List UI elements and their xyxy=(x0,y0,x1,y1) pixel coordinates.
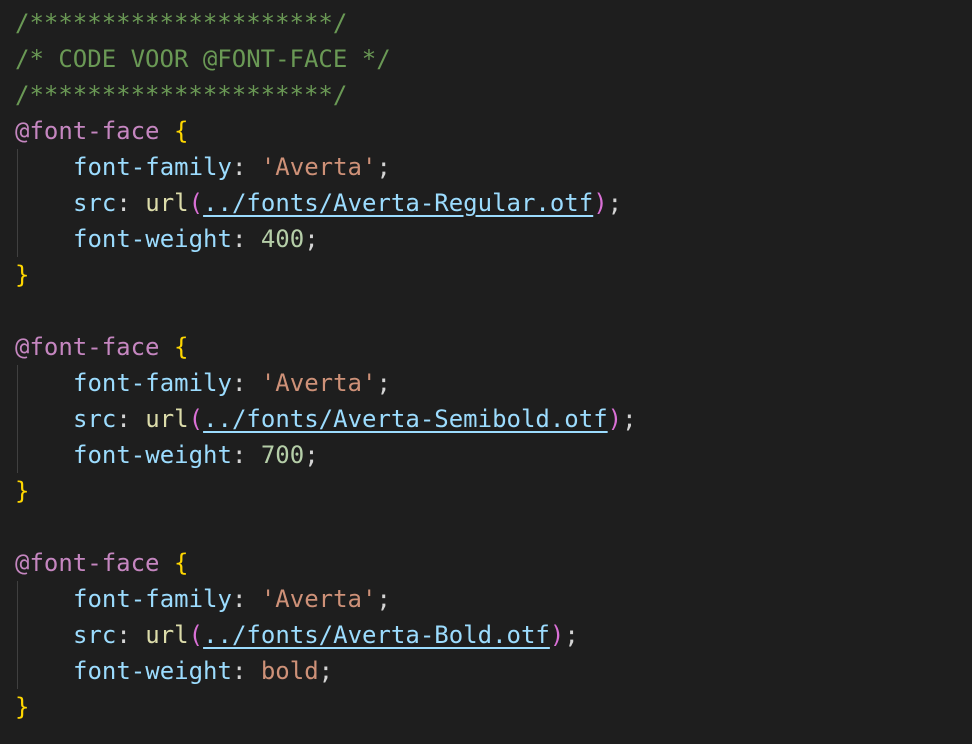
comment-border-bottom: /*********************/ xyxy=(15,81,348,109)
open-brace: { xyxy=(173,117,189,145)
property-value: 400 xyxy=(260,225,305,253)
comment-title: /* CODE VOOR @FONT-FACE */ xyxy=(15,45,391,73)
at-rule: @font-face xyxy=(15,549,160,577)
declaration-font-family: font-family: 'Averta'; xyxy=(73,369,391,397)
declaration-font-weight: font-weight: 700; xyxy=(73,441,319,469)
font-face-rule-open: @font-face { xyxy=(15,329,188,365)
declaration-font-family: font-family: 'Averta'; xyxy=(73,585,391,613)
comment-border-top: /*********************/ xyxy=(15,9,348,37)
property-name: src xyxy=(73,621,117,649)
font-face-rule-open: @font-face { xyxy=(15,113,188,149)
url-function: url xyxy=(145,189,189,217)
open-brace: { xyxy=(173,333,189,361)
property-name: font-family xyxy=(73,585,232,613)
property-name: src xyxy=(73,405,117,433)
declaration-src: src: url(../fonts/Averta-Regular.otf); xyxy=(73,189,623,217)
property-name: src xyxy=(73,189,117,217)
font-url-link[interactable]: ../fonts/Averta-Regular.otf xyxy=(203,189,593,217)
open-brace: { xyxy=(173,549,189,577)
property-value: 'Averta' xyxy=(260,153,377,181)
property-name: font-weight xyxy=(73,657,232,685)
property-value: 'Averta' xyxy=(260,369,377,397)
declaration-font-weight: font-weight: bold; xyxy=(73,657,334,685)
url-function: url xyxy=(145,405,189,433)
declaration-src: src: url(../fonts/Averta-Bold.otf); xyxy=(73,621,579,649)
font-face-rule-open: @font-face { xyxy=(15,545,188,581)
property-name: font-weight xyxy=(73,225,232,253)
font-url-link[interactable]: ../fonts/Averta-Bold.otf xyxy=(203,621,550,649)
property-value: 700 xyxy=(260,441,305,469)
property-name: font-family xyxy=(73,153,232,181)
close-brace: } xyxy=(15,693,30,721)
declaration-font-family: font-family: 'Averta'; xyxy=(73,153,391,181)
property-value: bold xyxy=(260,657,319,685)
close-brace: } xyxy=(15,261,30,289)
declaration-src: src: url(../fonts/Averta-Semibold.otf); xyxy=(73,405,637,433)
property-name: font-family xyxy=(73,369,232,397)
font-url-link[interactable]: ../fonts/Averta-Semibold.otf xyxy=(203,405,608,433)
url-function: url xyxy=(145,621,189,649)
property-value: 'Averta' xyxy=(260,585,377,613)
property-name: font-weight xyxy=(73,441,232,469)
at-rule: @font-face xyxy=(15,117,160,145)
at-rule: @font-face xyxy=(15,333,160,361)
code-editor[interactable]: /*********************/ /* CODE VOOR @FO… xyxy=(0,0,972,744)
close-brace: } xyxy=(15,477,30,505)
declaration-font-weight: font-weight: 400; xyxy=(73,225,319,253)
